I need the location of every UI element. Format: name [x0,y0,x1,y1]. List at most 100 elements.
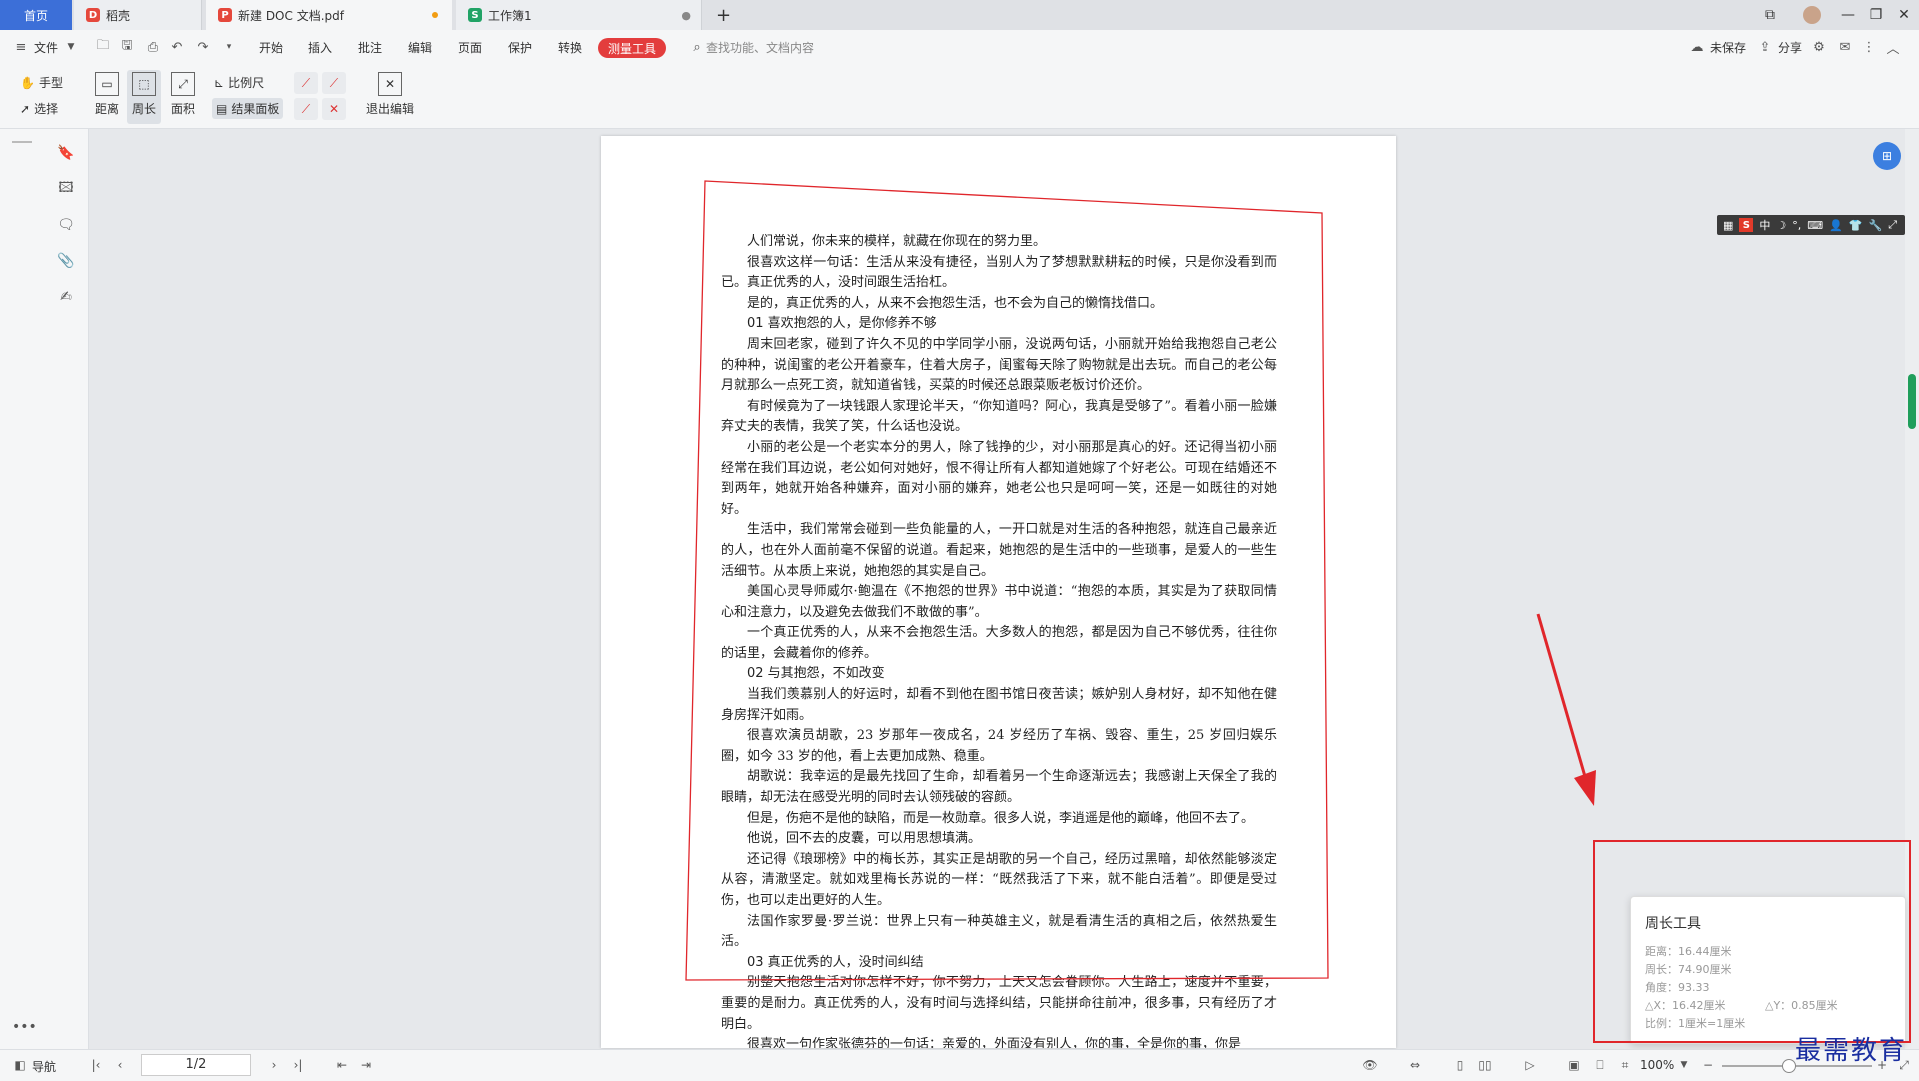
status-bar: ◧ 导航 |‹ ‹ 1/2 › ›| ⇤ ⇥ 👁 ⇔ ▯ ▯▯ ▷ ▣ ⎕ ⌗ … [0,1049,1919,1081]
snap-endpoint-icon[interactable]: ⟋ [294,72,318,94]
zoom-dropdown-icon[interactable]: ▼ [1676,1057,1692,1073]
select-tool[interactable]: ➚ 选择 [20,100,58,117]
menu-measure-tool[interactable]: 测量工具 [598,38,666,58]
snap-midpoint-icon[interactable]: ⟋ [322,72,346,94]
close-window-icon[interactable]: ✕ [1886,0,1919,30]
unsaved-status[interactable]: 未保存 [1710,39,1746,56]
tab-workbook[interactable]: S 工作簿1 ● [456,0,702,30]
eye-protection-icon[interactable]: 👁 [1362,1057,1378,1073]
exit-edit-button[interactable]: ✕ 退出编辑 [362,72,418,122]
tab-home[interactable]: 首页 [0,0,72,30]
tab-pdf-document[interactable]: P 新建 DOC 文档.pdf [206,0,452,30]
moon-icon[interactable]: ☽ [1776,219,1786,232]
snap-path-icon[interactable]: ⟋ [294,98,318,120]
bookmark-icon[interactable]: 🔖 [56,143,76,163]
zoom-slider-handle[interactable] [1782,1059,1796,1073]
comment-icon[interactable]: 🗨 [56,215,76,235]
hand-tool[interactable]: ✋ 手型 [20,74,63,91]
play-icon[interactable]: ▷ [1522,1057,1538,1073]
distance-button[interactable]: ▭ 距离 [90,72,124,122]
ime-grip-icon[interactable]: ▦ [1723,219,1733,232]
exit-edit-label: 退出编辑 [365,102,414,116]
floating-assist-icon[interactable]: ⊞ [1873,142,1901,170]
avatar[interactable] [1794,0,1830,30]
collapse-ribbon-icon[interactable]: ︿ [1884,38,1902,57]
print-icon[interactable]: ⎙ [144,38,162,56]
zoom-out-icon[interactable]: − [1700,1057,1716,1073]
keyboard-icon[interactable]: ⌨ [1807,219,1823,232]
expand-icon[interactable]: ⤢ [1888,218,1897,232]
tab-daoke[interactable]: D 稻壳 [74,0,202,30]
chevron-down-icon[interactable]: ▼ [62,38,80,56]
menu-insert[interactable]: 插入 [308,39,332,56]
perimeter-button[interactable]: ⬚ 周长 [127,70,161,124]
first-page-icon[interactable]: |‹ [88,1057,104,1073]
menu-file[interactable]: 文件 [34,39,58,56]
pdf-icon: P [218,8,232,22]
zoom-level[interactable]: 100% [1640,1058,1674,1072]
share-icon: ⇪ [1759,39,1771,55]
ime-language[interactable]: 中 [1759,217,1770,233]
close-tab-icon[interactable]: ● [681,9,691,22]
redo-icon[interactable]: ↷ [194,38,212,56]
tab-workbook-label: 工作簿1 [488,8,532,23]
search-input[interactable]: 查找功能、文档内容 [706,39,814,56]
exit-icon: ✕ [378,72,402,96]
double-page-icon[interactable]: ▯▯ [1477,1057,1493,1073]
tools-icon[interactable]: 🔧 [1869,219,1883,232]
undo-icon[interactable]: ↶ [168,38,186,56]
single-page-icon[interactable]: ▯ [1452,1057,1468,1073]
hamburger-icon[interactable]: ≡ [12,38,30,56]
settings-icon[interactable]: ⚙ [1810,38,1828,56]
menu-start[interactable]: 开始 [259,39,283,56]
scale-button[interactable]: ⊾ 比例尺 [214,74,264,91]
more-icon[interactable]: ⋮ [1860,38,1878,56]
menu-page[interactable]: 页面 [458,39,482,56]
crop-icon[interactable]: ⌗ [1617,1057,1633,1073]
prev-page-icon[interactable]: ‹ [112,1057,128,1073]
collapse-handle[interactable] [12,141,32,143]
fit-page-icon[interactable]: ⎕ [1592,1057,1608,1073]
tab-pdf-label: 新建 DOC 文档.pdf [238,8,344,23]
hand-icon: ✋ [20,75,35,90]
save-icon[interactable]: 🖫 [118,38,136,56]
share-button[interactable]: 分享 [1778,39,1802,56]
sogou-icon[interactable]: S [1739,218,1754,232]
punctuation-icon[interactable]: °, [1792,219,1801,232]
snap-intersection-icon[interactable]: ✕ [322,98,346,120]
scroll-thumb[interactable] [1908,374,1916,429]
forward-icon[interactable]: ⇥ [358,1057,374,1073]
next-page-icon[interactable]: › [266,1057,282,1073]
result-panel-button[interactable]: ▤ 结果面板 [212,98,284,119]
back-icon[interactable]: ⇤ [334,1057,350,1073]
menu-edit[interactable]: 编辑 [408,39,432,56]
cursor-icon: ➚ [20,101,31,116]
menu-convert[interactable]: 转换 [558,39,582,56]
actual-size-icon[interactable]: ▣ [1566,1057,1582,1073]
navigation-button[interactable]: 导航 [32,1058,56,1075]
attachment-icon[interactable]: 📎 [56,251,76,271]
fit-width-icon[interactable]: ⇔ [1407,1057,1423,1073]
watermark-logo: 最需教育 [1795,1036,1908,1066]
feedback-icon[interactable]: ✉ [1836,38,1854,56]
daoke-icon: D [86,8,100,22]
page-number-input[interactable]: 1/2 [141,1054,251,1076]
perimeter-label: 周长 [131,102,156,116]
area-button[interactable]: ⤢ 面积 [166,72,200,122]
last-page-icon[interactable]: ›| [290,1057,306,1073]
menu-comment[interactable]: 批注 [358,39,382,56]
thumbnail-icon[interactable]: 🖾 [56,179,76,199]
more-chevron-icon[interactable]: ▾ [220,38,238,56]
menu-bar: ≡ 文件 ▼ 🗀 🖫 ⎙ ↶ ↷ ▾ 开始 插入 批注 编辑 页面 保护 转换 … [0,30,1919,66]
open-folder-icon[interactable]: 🗀 [94,38,112,56]
user-icon[interactable]: 👤 [1829,219,1843,232]
result-panel-label: 结果面板 [231,102,280,116]
more-options-icon[interactable]: ••• [12,1019,37,1035]
new-tab-button[interactable]: + [710,0,740,30]
signature-icon[interactable]: ✍ [56,287,76,307]
skin-icon[interactable]: 👕 [1849,219,1863,232]
menu-protect[interactable]: 保护 [508,39,532,56]
navigation-icon[interactable]: ◧ [12,1057,28,1073]
window-mode-icon[interactable]: ⧉ [1752,0,1788,30]
spreadsheet-icon: S [468,8,482,22]
